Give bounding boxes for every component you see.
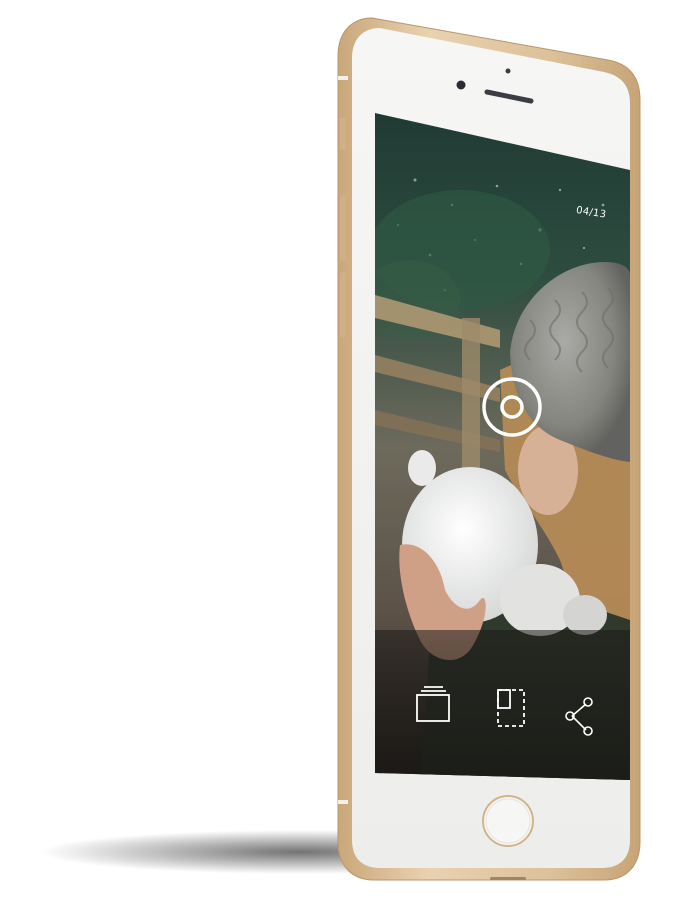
antenna-band-bottom [338, 800, 348, 804]
phone-illustration [40, 17, 641, 881]
volume-down-button [340, 272, 346, 338]
proximity-sensor [505, 68, 511, 74]
lightning-port [490, 877, 526, 880]
front-camera [456, 80, 466, 90]
phone-mockup-stage: 04/13 [0, 0, 700, 913]
mute-switch [340, 118, 346, 150]
volume-up-button [340, 195, 346, 261]
antenna-band-top [338, 76, 348, 80]
home-button[interactable] [482, 795, 534, 847]
